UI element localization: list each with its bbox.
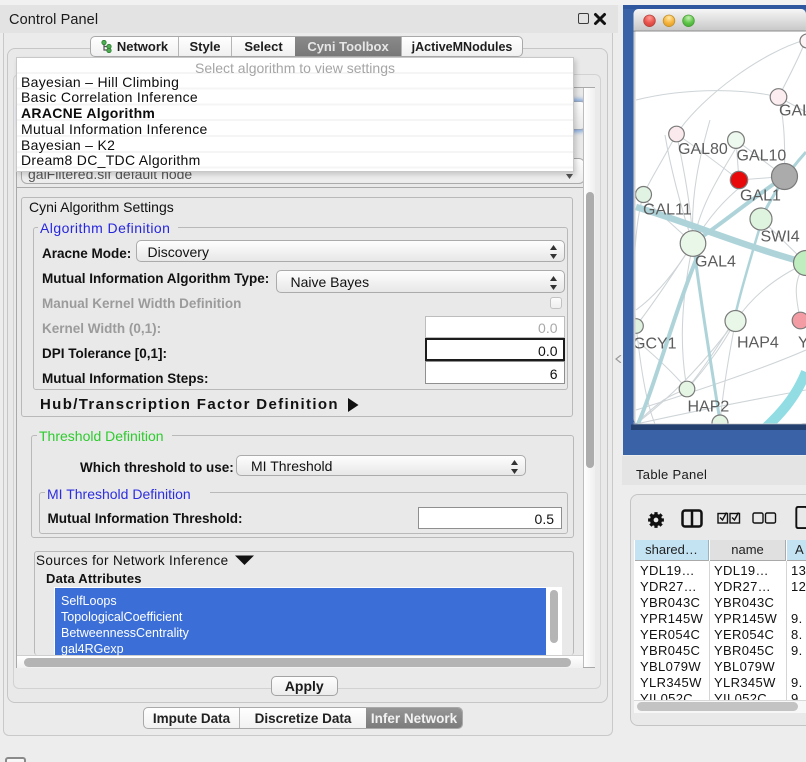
svg-text:SWI4: SWI4 [761,229,800,246]
svg-text:GAL4: GAL4 [695,254,736,271]
svg-text:GAL10: GAL10 [737,148,787,165]
svg-text:GAL1: GAL1 [740,188,781,205]
svg-text:HAP4: HAP4 [737,335,779,352]
svg-text:Y: Y [798,335,806,352]
svg-text:GAL: GAL [779,103,806,120]
svg-text:GAL80: GAL80 [678,141,728,158]
svg-text:HAP2: HAP2 [688,399,730,416]
svg-text:GAL11: GAL11 [643,202,692,219]
svg-text:GCY1: GCY1 [633,336,677,353]
